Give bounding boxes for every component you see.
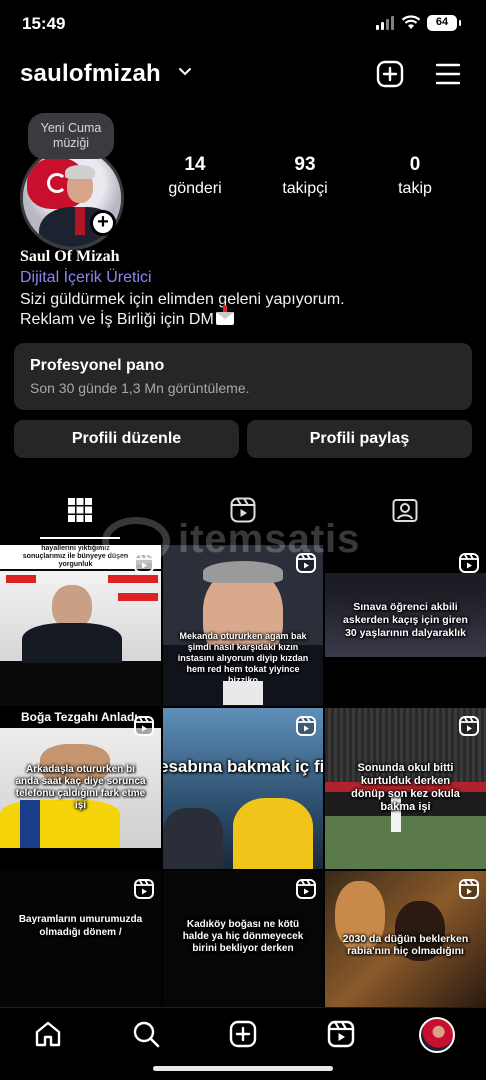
add-story-plus-icon[interactable]: + xyxy=(90,210,116,236)
reel-icon xyxy=(459,553,479,573)
post-caption: Arkadaşla otururken bi anda saat kaç diy… xyxy=(15,764,146,811)
profile-bio: Sizi güldürmek için elimden geleni yapıy… xyxy=(20,290,345,330)
stat-following-label: takip xyxy=(398,180,432,197)
watermark-text: itemsatis xyxy=(178,517,361,561)
post-thumbnail[interactable]: Mekanda otururken agam bak şimdi nasıl k… xyxy=(163,545,323,706)
stat-posts-count: 14 xyxy=(184,154,206,175)
post-thumbnail[interactable]: 2030 da düğün beklerken rabia'nın hiç ol… xyxy=(325,871,486,1007)
incoming-envelope-icon xyxy=(215,305,234,325)
stat-posts[interactable]: 14 gönderi xyxy=(150,154,240,198)
reels-icon[interactable] xyxy=(327,1020,355,1048)
reel-icon xyxy=(134,879,154,899)
bio-line: Sizi güldürmek için elimden geleni yapıy… xyxy=(20,291,345,308)
watermark-logo-icon xyxy=(102,517,170,565)
profile-display-name: Saul Of Mizah xyxy=(20,248,120,265)
reel-icon xyxy=(296,879,316,899)
post-caption: Mekanda otururken agam bak şimdi nasıl k… xyxy=(177,631,309,685)
chevron-down-icon[interactable] xyxy=(177,64,193,80)
grid-posts-tab-icon[interactable] xyxy=(67,497,93,523)
status-bar: 15:49 64 xyxy=(0,0,486,48)
share-profile-button[interactable]: Profili paylaş xyxy=(247,420,472,458)
stat-followers-label: takipçi xyxy=(282,180,328,197)
battery-icon: 64 xyxy=(427,15,457,31)
status-time: 15:49 xyxy=(22,14,66,33)
home-indicator xyxy=(153,1066,333,1071)
profile-category: Dijital İçerik Üretici xyxy=(20,269,152,286)
search-icon[interactable] xyxy=(132,1020,160,1048)
post-thumbnail[interactable]: esabına bakmak iç filine girince taki ya… xyxy=(163,708,323,869)
edit-profile-button[interactable]: Profili düzenle xyxy=(14,420,239,458)
post-caption: Sınava öğrenci akbili askerden kaçış içi… xyxy=(343,601,468,639)
post-caption: Kadıköy boğası ne kötü halde ya hiç dönm… xyxy=(182,919,304,954)
battery-tip xyxy=(459,20,461,26)
dashboard-subtitle: Son 30 günde 1,3 Mn görüntüleme. xyxy=(30,380,250,396)
create-post-icon[interactable] xyxy=(229,1020,257,1048)
reel-icon xyxy=(296,716,316,736)
stat-following-count: 0 xyxy=(409,154,421,175)
home-icon[interactable] xyxy=(34,1020,62,1048)
profile-avatar-nav[interactable] xyxy=(419,1017,455,1053)
post-thumbnail[interactable]: Bayramların umurumuzda olmadığı dönem / xyxy=(0,871,161,1007)
post-caption: Sonunda okul bitti kurtulduk derken dönü… xyxy=(351,762,460,813)
menu-icon[interactable] xyxy=(434,60,462,88)
stat-followers-count: 93 xyxy=(294,154,316,175)
reel-icon xyxy=(459,879,479,899)
create-new-icon[interactable] xyxy=(376,60,404,88)
stat-posts-label: gönderi xyxy=(168,180,222,197)
post-thumbnail[interactable]: Sınava öğrenci akbili askerden kaçış içi… xyxy=(325,545,486,706)
post-thumbnail[interactable]: Boğa Tezgahı Anladı Arkadaşla otururken … xyxy=(0,708,161,869)
bio-line: Reklam ve İş Birliği için DM xyxy=(20,311,214,328)
stat-followers[interactable]: 93 takipçi xyxy=(260,154,350,198)
post-thumbnail[interactable]: Sonunda okul bitti kurtulduk derken dönü… xyxy=(325,708,486,869)
post-thumbnail[interactable]: hayallerini yıktığımız sonuçlarımız ile … xyxy=(0,545,161,706)
post-caption: esabına bakmak iç filine girince taki ya… xyxy=(163,757,323,776)
post-caption: 2030 da düğün beklerken rabia'nın hiç ol… xyxy=(342,933,469,957)
wifi-icon xyxy=(401,15,421,29)
stat-following[interactable]: 0 takip xyxy=(370,154,460,198)
account-switcher-username[interactable]: saulofmizah xyxy=(20,60,161,88)
reel-icon xyxy=(459,716,479,736)
professional-dashboard[interactable]: Profesyonel pano Son 30 günde 1,3 Mn gör… xyxy=(14,343,472,410)
cellular-signal-icon xyxy=(376,16,396,30)
dashboard-title: Profesyonel pano xyxy=(30,357,165,374)
post-thumbnail[interactable]: Kadıköy boğası ne kötü halde ya hiç dönm… xyxy=(163,871,323,1007)
profile-note-bubble[interactable]: Yeni Cuma müziği xyxy=(28,113,114,159)
tagged-tab-icon[interactable] xyxy=(392,497,418,523)
reel-icon xyxy=(134,716,154,736)
post-caption: Bayramların umurumuzda olmadığı dönem / xyxy=(18,914,143,938)
